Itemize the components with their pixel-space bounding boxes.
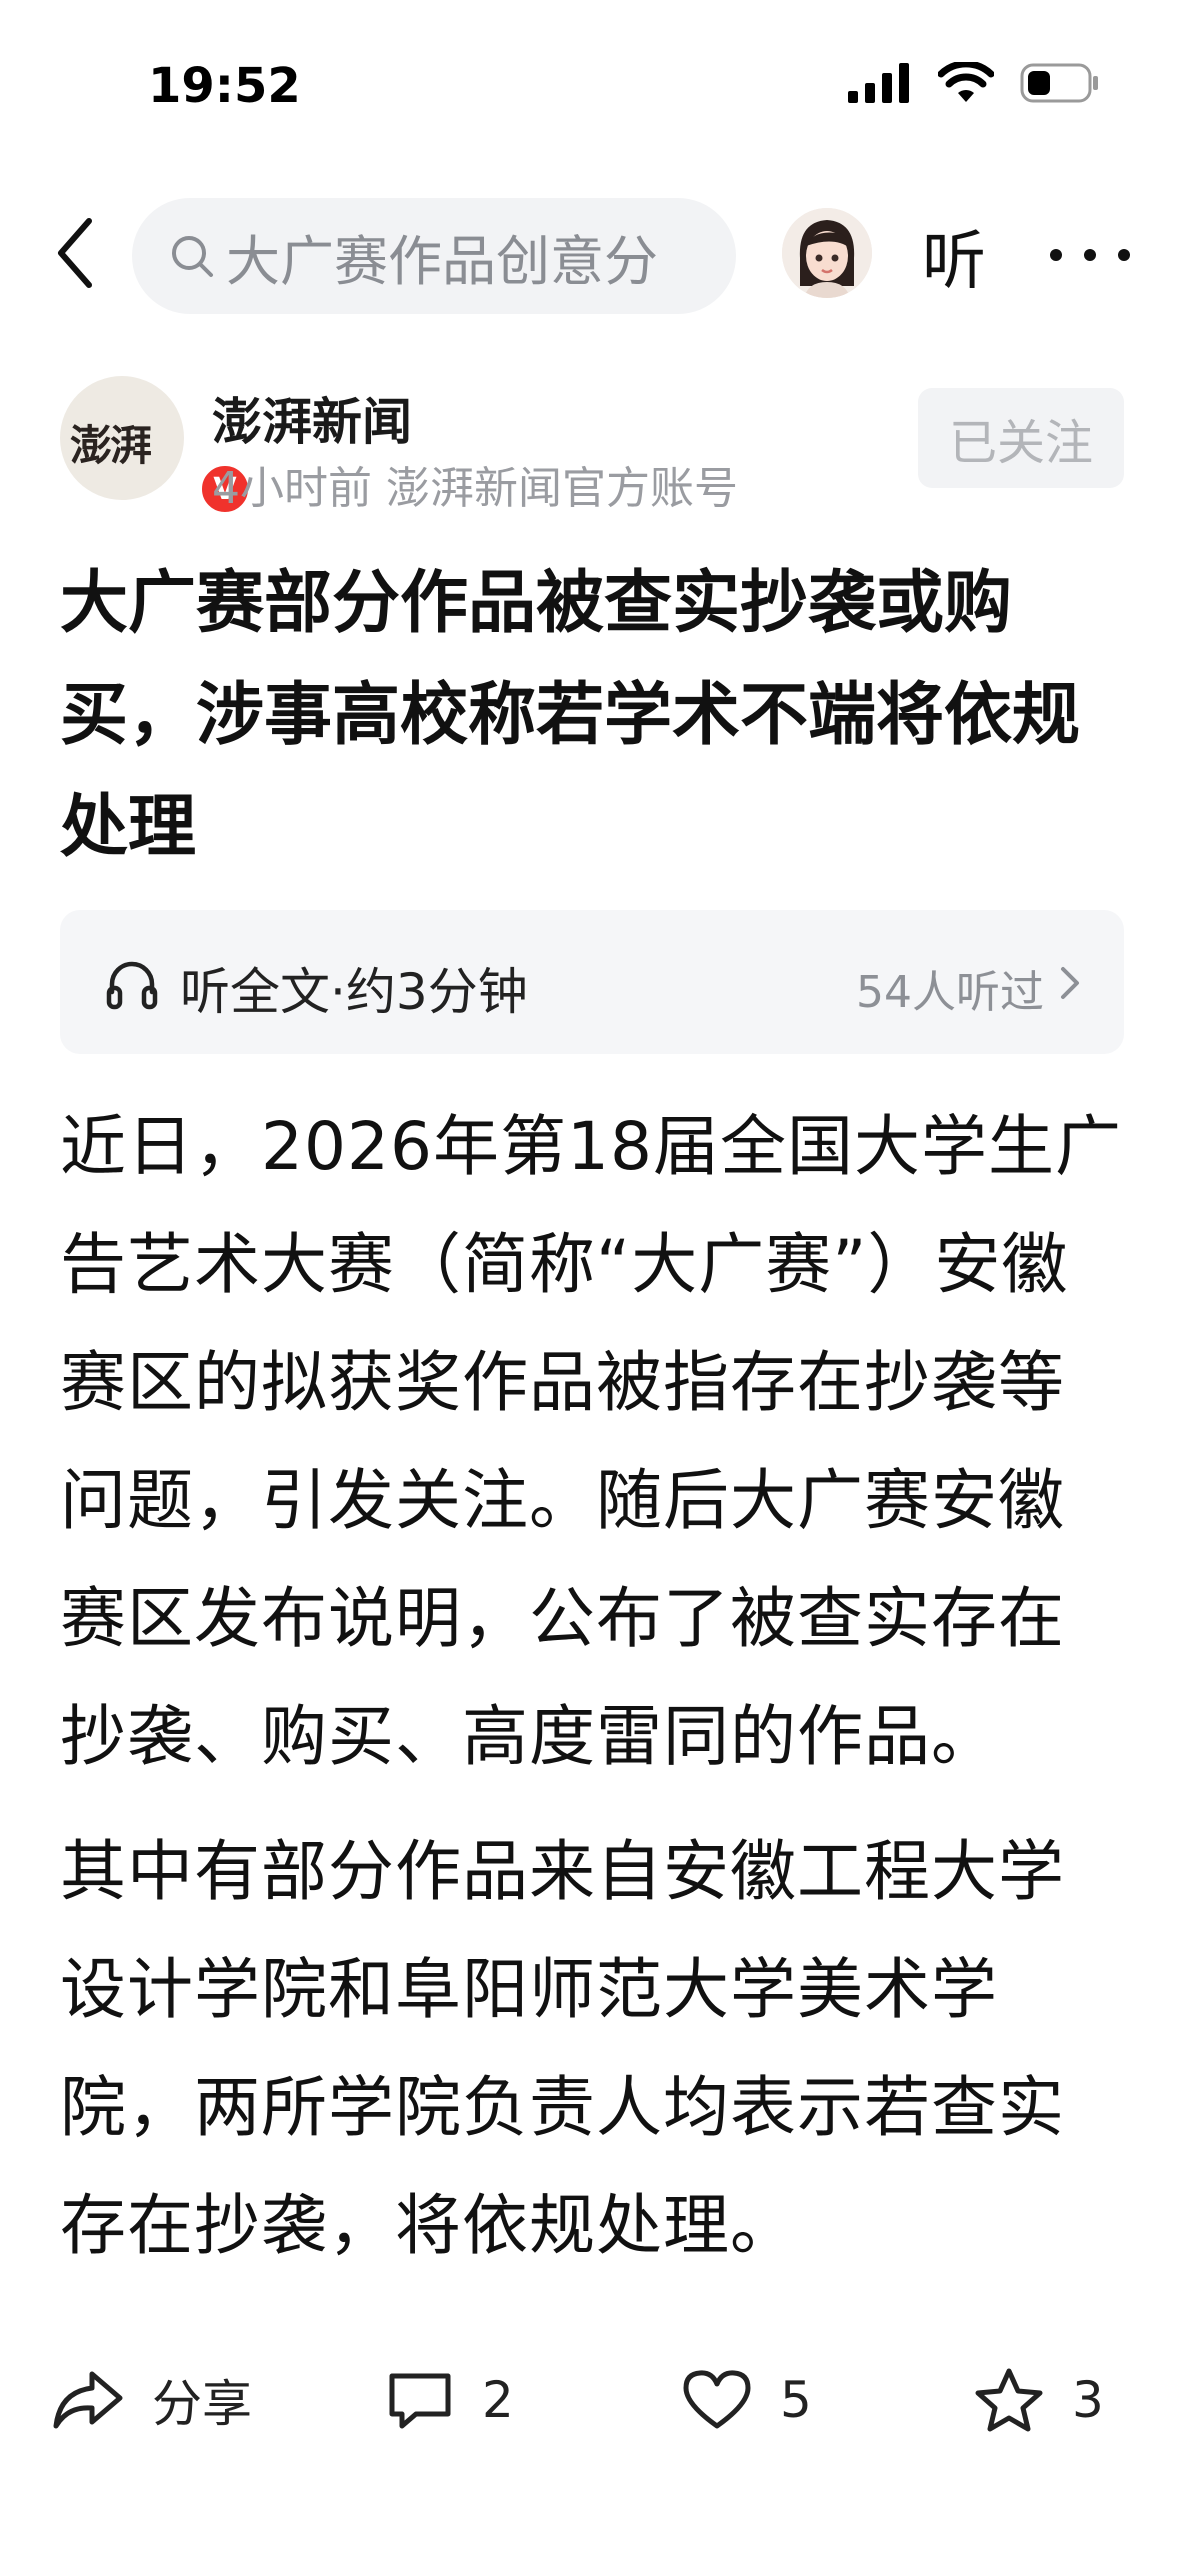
- comment-button[interactable]: 2: [386, 2360, 514, 2440]
- follow-button[interactable]: 已关注: [918, 388, 1124, 488]
- back-button[interactable]: [40, 208, 110, 298]
- bottom-action-bar: 分享 2 5 3: [0, 2340, 1179, 2460]
- author-row: 澎湃 V 澎湃新闻 4小时前 澎湃新闻官方账号 已关注: [0, 372, 1179, 516]
- listen-full-label: 听全文·约3分钟: [180, 963, 528, 1021]
- like-count: 5: [780, 2371, 812, 2429]
- share-label: 分享: [152, 2375, 252, 2433]
- search-box[interactable]: 大广赛作品创意分: [132, 198, 736, 314]
- article-paragraph: 其中有部分作品来自安徽工程大学设计学院和阜阳师范大学美术学院，两所学院负责人均表…: [60, 1833, 1065, 2264]
- battery-icon: [1020, 63, 1098, 103]
- top-nav: 大广赛作品创意分 听: [0, 190, 1179, 320]
- article-title: 大广赛部分作品被查实抄袭或购买，涉事高校称若学术不端将依规处理: [60, 564, 1081, 867]
- comment-icon: [389, 2373, 451, 2429]
- favorite-count: 3: [1072, 2371, 1104, 2429]
- ai-assistant-avatar[interactable]: [782, 208, 872, 298]
- status-time: 19:52: [148, 58, 301, 114]
- headphone-icon: [106, 961, 158, 1010]
- status-icons: [848, 62, 1100, 104]
- listen-count: 54人听过: [856, 967, 1044, 1018]
- star-icon: [975, 2368, 1043, 2432]
- chevron-left-icon: [58, 218, 92, 288]
- author-logo: 澎湃: [70, 421, 152, 470]
- search-icon: [168, 232, 216, 280]
- search-query: 大广赛作品创意分: [226, 229, 658, 293]
- more-options-icon[interactable]: [1050, 220, 1130, 290]
- comment-count: 2: [482, 2371, 514, 2429]
- author-avatar[interactable]: 澎湃 V: [60, 376, 252, 516]
- favorite-button[interactable]: 3: [974, 2360, 1104, 2440]
- status-bar: 19:52: [0, 0, 1179, 170]
- listen-button[interactable]: 听: [922, 210, 986, 302]
- heart-icon: [683, 2370, 751, 2429]
- share-icon: [53, 2371, 123, 2429]
- post-meta: 4小时前 澎湃新闻官方账号: [212, 463, 738, 514]
- share-button[interactable]: 分享: [52, 2360, 252, 2440]
- author-name[interactable]: 澎湃新闻: [212, 382, 412, 454]
- cellular-signal-icon: [848, 63, 909, 103]
- article-paragraph: 近日，2026年第18届全国大学生广告艺术大赛（简称“大广赛”）安徽赛区的拟获奖…: [60, 1108, 1122, 1775]
- listen-full-text-bar[interactable]: 听全文·约3分钟 54人听过: [60, 910, 1124, 1054]
- wifi-icon: [938, 62, 994, 102]
- chevron-right-icon: [1061, 967, 1079, 999]
- like-button[interactable]: 5: [682, 2360, 812, 2440]
